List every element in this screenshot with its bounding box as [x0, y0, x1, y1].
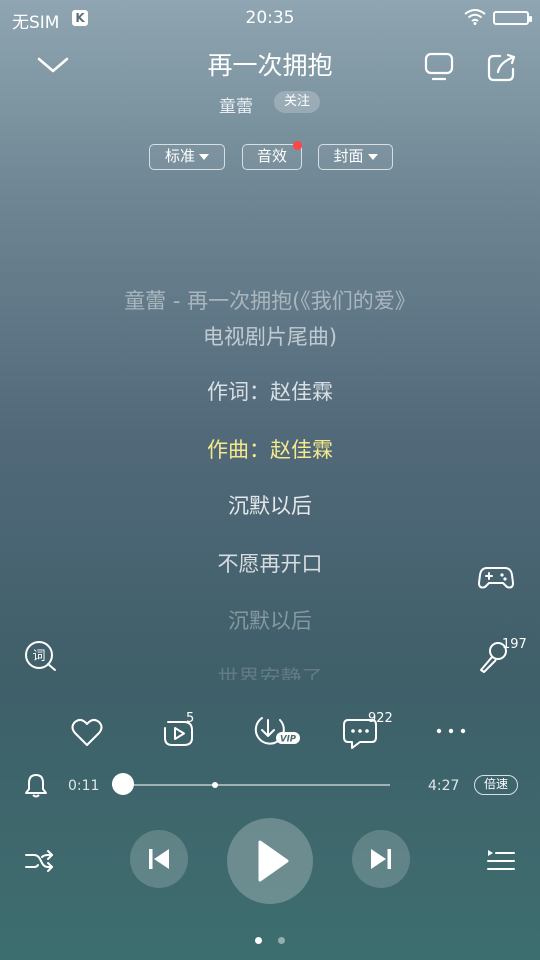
notification-dot: [293, 141, 302, 150]
page-indicator-dot[interactable]: [278, 937, 285, 944]
quality-dropdown[interactable]: 标准: [149, 144, 225, 170]
total-time: 4:27: [428, 778, 460, 794]
previous-icon: [149, 849, 169, 869]
lyric-line[interactable]: 沉默以后: [0, 605, 540, 635]
playback-speed-button[interactable]: 倍速: [474, 775, 518, 795]
share-icon[interactable]: [486, 52, 518, 82]
lyrics-mode-icon[interactable]: 词: [24, 640, 58, 672]
lyric-line[interactable]: 电视剧片尾曲): [0, 321, 540, 351]
page-indicator-dot-active[interactable]: [255, 937, 262, 944]
cover-dropdown[interactable]: 封面: [318, 144, 393, 170]
artist-name[interactable]: 童蕾: [219, 92, 253, 117]
current-time: 0:11: [68, 778, 100, 794]
progress-track[interactable]: [112, 784, 390, 786]
follow-button[interactable]: 关注: [274, 91, 320, 113]
repeat-count-badge: 5: [186, 711, 195, 726]
lyric-line[interactable]: 不愿再开口: [0, 548, 540, 578]
dropdown-arrow-icon: [367, 153, 378, 160]
dropdown-arrow-icon: [199, 153, 209, 160]
comment-count-badge: 922: [368, 711, 393, 726]
previous-track-button[interactable]: [130, 830, 188, 888]
clock: 20:35: [245, 8, 295, 28]
cast-screen-icon[interactable]: [423, 52, 455, 82]
effects-label: 音效: [256, 147, 287, 165]
playlist-icon[interactable]: [486, 848, 516, 874]
mic-count-badge: 197: [502, 637, 527, 652]
song-title: 再一次拥抱: [207, 51, 333, 80]
more-icon[interactable]: [435, 726, 467, 736]
next-icon: [371, 849, 391, 869]
battery-icon: [493, 11, 532, 25]
next-track-button[interactable]: [352, 830, 410, 888]
shuffle-icon[interactable]: [24, 848, 54, 874]
like-heart-icon[interactable]: [71, 718, 103, 748]
status-bar: 无SIM K 20:35: [0, 0, 540, 36]
lyric-line[interactable]: 童蕾 - 再一次拥抱(《我们的爱》: [0, 285, 540, 315]
lyric-line[interactable]: 作词：赵佳霖: [0, 376, 540, 406]
svg-text:词: 词: [32, 649, 45, 664]
quality-label: 标准: [164, 147, 195, 165]
lyric-line[interactable]: 沉默以后: [0, 490, 540, 520]
game-controller-icon[interactable]: [478, 562, 514, 592]
play-button[interactable]: [227, 818, 313, 904]
cover-label: 封面: [333, 147, 364, 165]
lyric-line[interactable]: 世界安静了: [0, 662, 540, 680]
sleep-timer-bell-icon[interactable]: [24, 772, 48, 798]
lyric-line-active[interactable]: 作曲：赵佳霖: [0, 434, 540, 464]
play-icon: [258, 840, 289, 882]
download-icon[interactable]: VIP: [252, 714, 302, 750]
buffer-marker: [211, 782, 218, 788]
vip-badge: VIP: [280, 735, 297, 745]
wifi-icon: [464, 9, 486, 25]
progress-thumb[interactable]: [112, 773, 135, 795]
